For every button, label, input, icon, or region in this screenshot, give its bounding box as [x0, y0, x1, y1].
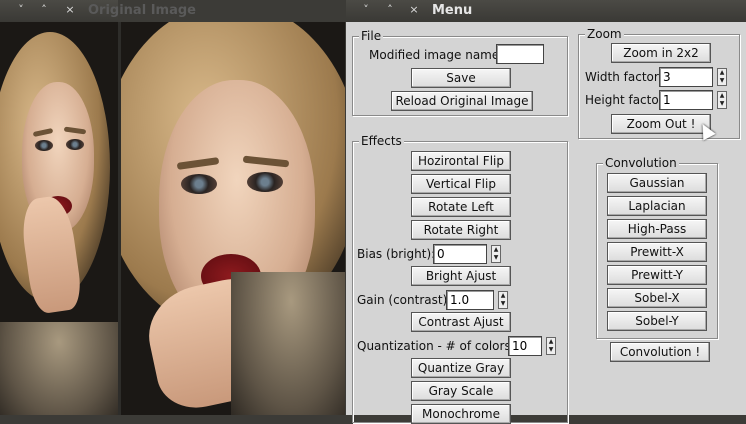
- image-name-input[interactable]: [496, 44, 544, 64]
- apply-convolution-button[interactable]: Convolution !: [610, 342, 710, 362]
- reload-original-button[interactable]: Reload Original Image: [391, 91, 533, 111]
- sobel-x-button[interactable]: Sobel-X: [607, 288, 707, 308]
- menu-window: ˅ ˄ × Menu File Modified image name: Sav…: [346, 0, 746, 424]
- vertical-flip-button[interactable]: Vertical Flip: [411, 174, 511, 194]
- menu-panel: File Modified image name: Save Reload Or…: [346, 22, 746, 424]
- file-group: File Modified image name: Save Reload Or…: [352, 29, 568, 116]
- minimize-button[interactable]: ˅: [358, 3, 374, 17]
- save-button[interactable]: Save: [411, 68, 511, 88]
- horizontal-flip-button[interactable]: Hozirontal Flip: [411, 151, 511, 171]
- prewitt-x-button[interactable]: Prewitt-X: [607, 242, 707, 262]
- monochrome-button[interactable]: Monochrome: [411, 404, 511, 424]
- convolution-group: Convolution Gaussian Laplacian High-Pass…: [596, 156, 718, 339]
- original-image: [118, 22, 345, 415]
- quantization-spinner[interactable]: ▲ ▼: [546, 337, 556, 355]
- rotate-left-button[interactable]: Rotate Left: [411, 197, 511, 217]
- rotate-right-button[interactable]: Rotate Right: [411, 220, 511, 240]
- zoom-out-button[interactable]: Zoom Out !: [611, 114, 711, 134]
- gain-label: Gain (contrast):: [357, 293, 452, 307]
- laplacian-button[interactable]: Laplacian: [607, 196, 707, 216]
- effects-group-title: Effects: [359, 134, 404, 148]
- close-button[interactable]: ×: [406, 3, 422, 17]
- high-pass-button[interactable]: High-Pass: [607, 219, 707, 239]
- height-factor-input[interactable]: [659, 90, 713, 110]
- bias-label: Bias (bright):: [357, 247, 436, 261]
- bias-input[interactable]: [433, 244, 487, 264]
- sobel-y-button[interactable]: Sobel-Y: [607, 311, 707, 331]
- gain-input[interactable]: [446, 290, 494, 310]
- grayscale-button[interactable]: Gray Scale: [411, 381, 511, 401]
- convolution-group-title: Convolution: [603, 156, 679, 170]
- file-group-title: File: [359, 29, 384, 43]
- height-factor-label: Height factor:: [585, 93, 668, 107]
- width-factor-label: Width factor:: [585, 70, 663, 84]
- prewitt-y-button[interactable]: Prewitt-Y: [607, 265, 707, 285]
- gain-spinner[interactable]: ▲ ▼: [498, 291, 508, 309]
- contrast-adjust-button[interactable]: Contrast Ajust: [411, 312, 511, 332]
- image-name-label: Modified image name:: [369, 48, 504, 62]
- minimize-button[interactable]: ˅: [13, 3, 29, 17]
- gaussian-button[interactable]: Gaussian: [607, 173, 707, 193]
- effects-group: Effects Hozirontal Flip Vertical Flip Ro…: [352, 134, 568, 424]
- zoom-group: Zoom Zoom in 2x2 Width factor: ▲▼ Height…: [578, 27, 740, 139]
- original-window-titlebar[interactable]: Original Image: [86, 0, 342, 22]
- menu-window-title: Menu: [432, 3, 473, 18]
- height-factor-spinner[interactable]: ▲ ▼: [717, 91, 727, 109]
- bright-adjust-button[interactable]: Bright Ajust: [411, 266, 511, 286]
- zoom-group-title: Zoom: [585, 27, 624, 41]
- maximize-button[interactable]: ˄: [382, 3, 398, 17]
- menu-window-titlebar[interactable]: ˅ ˄ × Menu: [346, 0, 746, 23]
- quantization-label: Quantization - # of colors:: [357, 339, 515, 353]
- width-factor-input[interactable]: [659, 67, 713, 87]
- quantize-gray-button[interactable]: Quantize Gray: [411, 358, 511, 378]
- zoom-in-button[interactable]: Zoom in 2x2: [611, 43, 711, 63]
- modified-image: [0, 22, 118, 415]
- original-window-title: Original Image: [88, 3, 196, 18]
- close-button[interactable]: ×: [62, 3, 78, 17]
- quantization-input[interactable]: [508, 336, 542, 356]
- bias-spinner[interactable]: ▲ ▼: [491, 245, 501, 263]
- maximize-button[interactable]: ˄: [36, 3, 52, 17]
- width-factor-spinner[interactable]: ▲ ▼: [717, 68, 727, 86]
